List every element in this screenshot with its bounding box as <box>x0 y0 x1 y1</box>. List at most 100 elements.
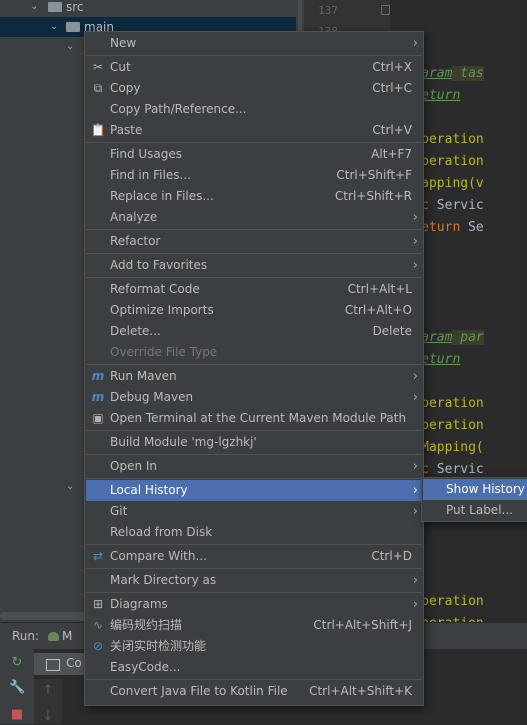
menu-item-shortcut: Delete <box>372 324 412 338</box>
menu-item-find-in-files[interactable]: Find in Files... Ctrl+Shift+F <box>86 165 422 186</box>
fold-marker-icon[interactable] <box>381 5 390 15</box>
menu-item-label: Delete... <box>110 324 161 338</box>
menu-separator <box>86 55 422 56</box>
chevron-down-icon[interactable]: ⌄ <box>30 0 38 17</box>
folder-icon <box>66 22 80 32</box>
menu-item-item-39[interactable]: ⊘ 关闭实时检测功能 <box>86 636 422 657</box>
menu-item-copy-path-reference[interactable]: Copy Path/Reference... <box>86 99 422 120</box>
arrow-up-icon[interactable]: ↑ <box>40 683 56 699</box>
menu-item-diagrams[interactable]: ⊞ Diagrams › <box>86 594 422 615</box>
folder-icon <box>48 2 62 12</box>
menu-separator <box>86 679 422 680</box>
menu-item-analyze[interactable]: Analyze › <box>86 207 422 228</box>
menu-item-easycode[interactable]: EasyCode... <box>86 657 422 678</box>
menu-separator <box>86 430 422 431</box>
menu-separator <box>86 454 422 455</box>
menu-item-label: Debug Maven <box>110 390 194 404</box>
stop-icon[interactable]: ■ <box>9 707 25 723</box>
menu-item-override-file-type: Override File Type <box>86 342 422 363</box>
submenu-item-label: Put Label... <box>446 503 513 517</box>
menu-item-label: Git <box>110 504 128 518</box>
block-icon: ⊘ <box>92 639 104 653</box>
menu-item-shortcut: Ctrl+X <box>372 60 412 74</box>
menu-item-open-terminal-at-the-current-maven-module-path[interactable]: ▣ Open Terminal at the Current Maven Modu… <box>86 408 422 429</box>
menu-separator <box>86 277 422 278</box>
menu-item-label: Replace in Files... <box>110 189 214 203</box>
menu-separator <box>86 544 422 545</box>
maven-icon: m <box>91 390 105 404</box>
menu-item-copy[interactable]: ⧉ Copy Ctrl+C <box>86 78 422 99</box>
menu-item-reload-from-disk[interactable]: Reload from Disk <box>86 522 422 543</box>
menu-item-shortcut: Alt+F7 <box>371 147 412 161</box>
menu-item-optimize-imports[interactable]: Optimize Imports Ctrl+Alt+O <box>86 300 422 321</box>
chevron-right-icon: › <box>412 483 418 498</box>
menu-item-label: Convert Java File to Kotlin File <box>110 684 288 698</box>
tree-item-label: src <box>66 0 84 14</box>
menu-item-mark-directory-as[interactable]: Mark Directory as › <box>86 570 422 591</box>
scan-icon: ∿ <box>92 618 104 632</box>
context-menu: New › ✂ Cut Ctrl+X ⧉ Copy Ctrl+C Copy Path/Refer… <box>84 31 424 706</box>
menu-item-shortcut: Ctrl+Alt+Shift+K <box>309 684 412 698</box>
menu-separator <box>86 364 422 365</box>
menu-item-label: Optimize Imports <box>110 303 214 317</box>
menu-item-label: Refactor <box>110 234 161 248</box>
menu-item-label: Paste <box>110 123 143 137</box>
menu-item-local-history[interactable]: Local History › <box>86 480 422 501</box>
copy-icon: ⧉ <box>93 81 103 95</box>
reload-icon <box>90 525 106 540</box>
menu-item-convert-java-file-to-kotlin-file[interactable]: Convert Java File to Kotlin File Ctrl+Alt… <box>86 681 422 702</box>
menu-item-delete[interactable]: Delete... Delete <box>86 321 422 342</box>
menu-item-label: Open Terminal at the Current Maven Modul… <box>110 411 407 425</box>
menu-item-label: Cut <box>110 60 131 74</box>
menu-item-build-module-mg-lgzhkj[interactable]: Build Module 'mg-lgzhkj' <box>86 432 422 453</box>
menu-item-run-maven[interactable]: m Run Maven › <box>86 366 422 387</box>
chevron-down-icon[interactable]: ⌄ <box>66 477 74 497</box>
menu-item-add-to-favorites[interactable]: Add to Favorites › <box>86 255 422 276</box>
menu-item-label: Reload from Disk <box>110 525 213 539</box>
menu-item-label: Add to Favorites <box>110 258 208 272</box>
rerun-icon[interactable]: ↻ <box>9 655 25 671</box>
run-tab[interactable]: M <box>62 629 72 643</box>
tree-item-src[interactable]: ⌄ src <box>0 0 296 17</box>
paste-icon: 📋 <box>90 123 106 137</box>
menu-item-label: Diagrams <box>110 597 168 611</box>
menu-item-new[interactable]: New › <box>86 33 422 54</box>
menu-item-refactor[interactable]: Refactor › <box>86 231 422 252</box>
menu-item-label: Mark Directory as <box>110 573 217 587</box>
run-label: Run: <box>12 629 40 643</box>
terminal-icon: ▣ <box>92 411 104 425</box>
menu-item-debug-maven[interactable]: m Debug Maven › <box>86 387 422 408</box>
chevron-down-icon[interactable]: ⌄ <box>50 17 58 37</box>
menu-item-label: Find in Files... <box>110 168 191 182</box>
submenu-item-show-history[interactable]: Show History <box>423 479 527 500</box>
wrench-icon[interactable]: 🔧 <box>9 680 25 696</box>
chevron-right-icon: › <box>412 234 418 249</box>
menu-item-label: Compare With... <box>110 549 207 563</box>
menu-item-paste[interactable]: 📋 Paste Ctrl+V <box>86 120 422 141</box>
menu-item-open-in[interactable]: Open In › <box>86 456 422 477</box>
menu-item-reformat-code[interactable]: Reformat Code Ctrl+Alt+L <box>86 279 422 300</box>
arrow-down-icon[interactable]: ↓ <box>40 709 56 725</box>
menu-item-item-38[interactable]: ∿ 编码规约扫描 Ctrl+Alt+Shift+J <box>86 615 422 636</box>
menu-item-find-usages[interactable]: Find Usages Alt+F7 <box>86 144 422 165</box>
chevron-right-icon: › <box>412 504 418 519</box>
menu-item-label: Analyze <box>110 210 158 224</box>
maven-icon: m <box>91 369 105 383</box>
code-token: Servic <box>436 198 484 213</box>
chevron-down-icon[interactable]: ⌄ <box>66 37 74 57</box>
chevron-right-icon: › <box>412 369 418 384</box>
submenu-item-put-label[interactable]: Put Label... <box>423 500 527 521</box>
code-token: Se <box>468 220 484 235</box>
menu-item-label: Reformat Code <box>110 282 200 296</box>
line-number: 137 <box>318 4 338 17</box>
console-icon <box>46 659 60 671</box>
menu-item-label: Open In <box>110 459 158 473</box>
menu-item-cut[interactable]: ✂ Cut Ctrl+X <box>86 57 422 78</box>
menu-item-compare-with[interactable]: ⇄ Compare With... Ctrl+D <box>86 546 422 567</box>
code-token: Servic <box>436 462 484 477</box>
menu-item-replace-in-files[interactable]: Replace in Files... Ctrl+Shift+R <box>86 186 422 207</box>
menu-item-label: 编码规约扫描 <box>110 618 183 632</box>
menu-item-git[interactable]: Git › <box>86 501 422 522</box>
maven-run-icon <box>48 632 59 641</box>
menu-separator <box>86 253 422 254</box>
